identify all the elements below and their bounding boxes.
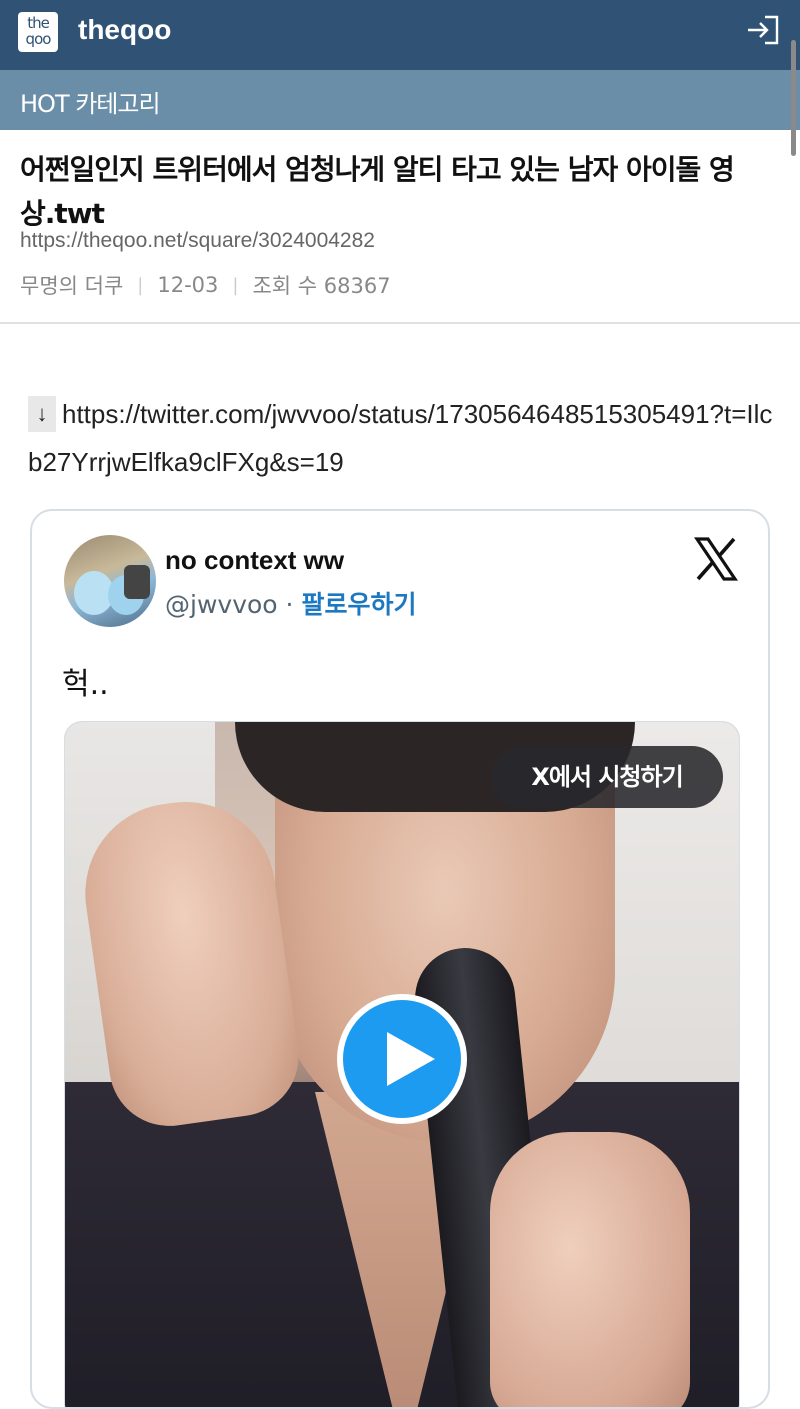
watch-on-x-button[interactable]: X에서 시청하기 [491, 746, 723, 808]
app-bar: the qoo theqoo [0, 0, 800, 70]
avatar[interactable] [64, 535, 156, 627]
tweet-handle-row: @jwvvoo · 팔로우하기 [165, 585, 416, 621]
tweet-text: 헉.. [62, 667, 109, 702]
x-logo-icon[interactable] [694, 537, 738, 581]
handle-dot: · [285, 590, 294, 619]
tweet-display-name[interactable]: no context ww [165, 545, 344, 576]
logo-text-bottom: qoo [25, 30, 52, 48]
meta-separator: | [137, 274, 144, 296]
play-button[interactable] [337, 994, 467, 1124]
post-title: 어쩐일인지 트위터에서 엄청나게 알티 타고 있는 남자 아이돌 영상.twt [20, 153, 735, 230]
site-name[interactable]: theqoo [78, 14, 171, 46]
tweet-embed-card[interactable]: no context ww @jwvvoo · 팔로우하기 헉.. X에서 시청… [30, 509, 770, 1409]
theqoo-logo[interactable]: the qoo [18, 12, 58, 52]
category-label[interactable]: HOT 카테고리 [20, 84, 161, 119]
post-date: 12-03 [157, 273, 219, 297]
tweet-link-text[interactable]: https://twitter.com/jwvvoo/status/173056… [28, 399, 772, 477]
post-views: 조회 수 68367 [252, 274, 391, 298]
tweet-video[interactable]: X에서 시청하기 [64, 721, 740, 1407]
header-divider [0, 322, 800, 324]
logo-text-top: the [27, 14, 50, 32]
play-icon [387, 1032, 435, 1086]
follow-link[interactable]: 팔로우하기 [301, 590, 416, 619]
tweet-link[interactable]: ↓ https://twitter.com/jwvvoo/status/17305… [28, 390, 778, 486]
tweet-handle[interactable]: @jwvvoo [165, 590, 278, 619]
post-meta: 무명의 더쿠 | 12-03 | 조회 수 68367 [20, 270, 391, 300]
scrollbar[interactable] [791, 40, 796, 156]
category-bar[interactable]: HOT 카테고리 [0, 70, 800, 130]
down-arrow-icon: ↓ [28, 396, 56, 432]
login-icon[interactable] [745, 14, 781, 46]
meta-separator: | [232, 274, 239, 296]
post-author: 무명의 더쿠 [20, 274, 124, 298]
post-url[interactable]: https://theqoo.net/square/3024004282 [20, 229, 375, 253]
